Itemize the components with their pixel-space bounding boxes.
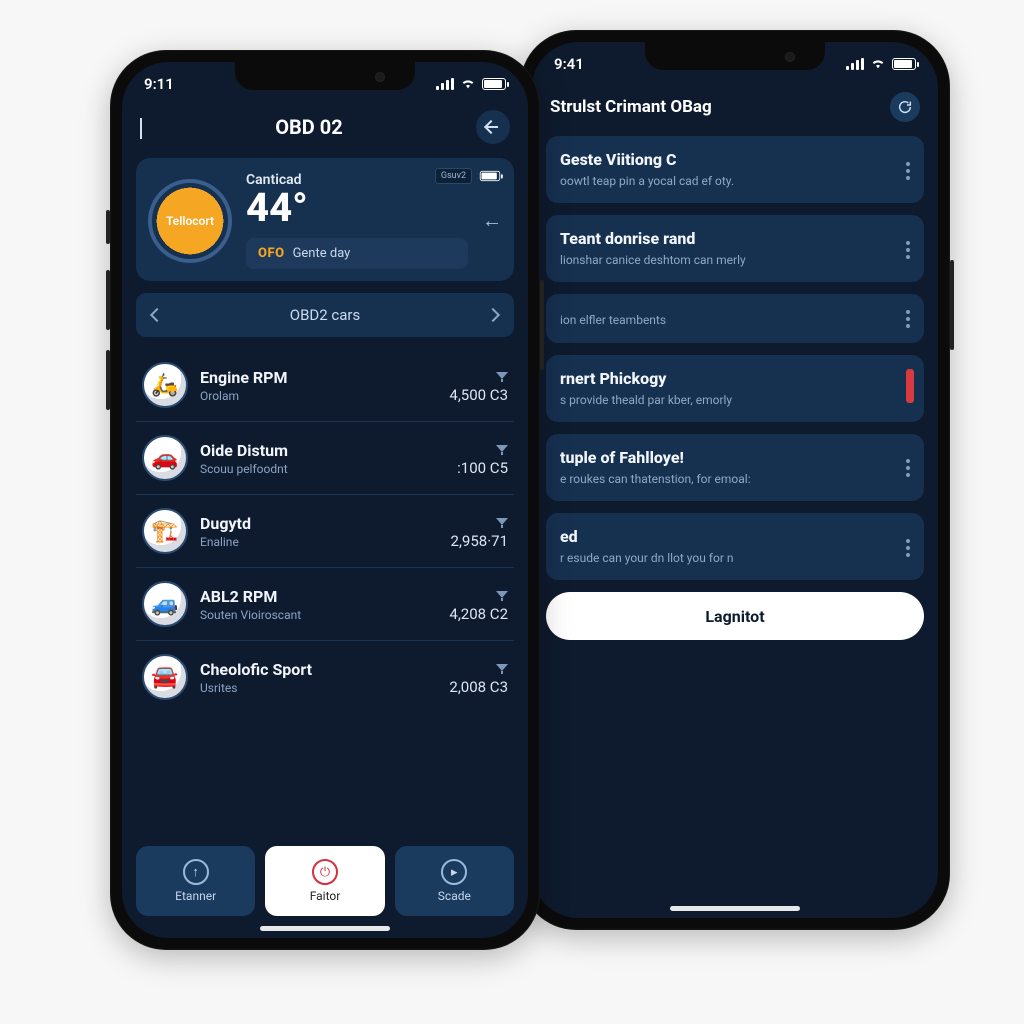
device-notch: [235, 62, 415, 90]
metric-value: 2,958·71: [451, 532, 508, 550]
filter-icon: [496, 372, 508, 382]
tab-scan[interactable]: ▸ Scade: [395, 846, 514, 916]
card-title: ed: [560, 527, 896, 546]
info-card[interactable]: ion elfler teambents: [546, 294, 924, 342]
tab-label: Faitor: [310, 889, 341, 903]
filter-icon: [496, 518, 508, 528]
metric-value: 4,500 C3: [449, 386, 508, 404]
chevron-left-icon: [150, 308, 164, 322]
play-icon: ▸: [441, 859, 467, 885]
metric-subtitle: Souten Vioiroscant: [200, 608, 437, 622]
home-indicator[interactable]: [260, 926, 390, 931]
gauge-icon: Tellocort: [148, 179, 232, 263]
card-subtitle: r esude can your dn llot you for n: [560, 550, 896, 566]
upload-icon: ↑: [183, 859, 209, 885]
metric-value: 4,208 C2: [449, 605, 508, 623]
vehicle-avatar-icon: 🚙: [142, 581, 188, 627]
page-title: OBD 02: [275, 115, 342, 139]
list-item[interactable]: 🚙 ABL2 RPM Souten Vioiroscant 4,208 C2: [136, 567, 514, 640]
list-item[interactable]: 🚘 Cheolofic Sport Usrites 2,008 C3: [136, 640, 514, 713]
tab-editor[interactable]: ⏻ Faitor: [265, 846, 384, 916]
metric-subtitle: Usrites: [200, 681, 437, 695]
card-subtitle: e roukes can thatenstion, for emoal:: [560, 471, 896, 487]
list-item[interactable]: 🏗️ Dugytd Enaline 2,958·71: [136, 494, 514, 567]
filter-icon: [496, 445, 508, 455]
more-icon[interactable]: [906, 527, 910, 566]
battery-icon: [482, 78, 506, 90]
filter-icon: [496, 664, 508, 674]
nav-action-button[interactable]: [476, 110, 510, 144]
home-indicator[interactable]: [670, 906, 800, 911]
pill-text: Gente day: [293, 246, 351, 261]
metric-subtitle: Enaline: [200, 535, 439, 549]
refresh-icon[interactable]: [890, 92, 920, 122]
wifi-icon: [870, 55, 886, 73]
card-subtitle: s provide theald par kber, emorly: [560, 392, 896, 408]
wifi-icon: [460, 75, 476, 93]
metric-subtitle: Orolam: [200, 389, 437, 403]
card-title: Geste Viitiong C: [560, 150, 896, 169]
hero-subpill[interactable]: OFO Gente day: [246, 238, 468, 269]
category-selector[interactable]: OBD2 cars: [136, 293, 514, 337]
arrow-left-icon: [486, 120, 500, 134]
info-card[interactable]: Teant donrise rand lionshar canice deshto…: [546, 215, 924, 282]
power-icon: ⏻: [312, 859, 338, 885]
status-time: 9:11: [144, 75, 174, 93]
more-icon[interactable]: [906, 308, 910, 328]
phone-device-front: 9:11 OBD 02 Gsuv2: [110, 50, 540, 950]
vehicle-avatar-icon: 🚘: [142, 654, 188, 700]
metric-value: 2,008 C3: [449, 678, 508, 696]
back-button[interactable]: [140, 118, 142, 137]
card-subtitle: lionshar canice deshtom can merly: [560, 252, 896, 268]
metric-title: Engine RPM: [200, 368, 437, 387]
info-card[interactable]: tuple of Fahlloye! e roukes can thatensti…: [546, 434, 924, 501]
metric-subtitle: Scouu pelfoodnt: [200, 462, 445, 476]
card-subtitle: oowtl teap pin a yocal cad ef oty.: [560, 173, 896, 189]
tab-label: Scade: [438, 889, 471, 903]
info-card[interactable]: ed r esude can your dn llot you for n: [546, 513, 924, 580]
list-item[interactable]: 🛵 Engine RPM Orolam 4,500 C3: [136, 349, 514, 421]
card-subtitle: ion elfler teambents: [560, 312, 896, 328]
primary-cta-button[interactable]: Lagnitot: [546, 592, 924, 640]
metric-value: :100 C5: [457, 459, 508, 477]
alert-flag-icon: [906, 369, 914, 403]
phone-device-back: 9:41 Strulst Crimant OBag Geste Viitiong…: [520, 30, 950, 930]
cellular-icon: [846, 58, 864, 70]
page-title: Strulst Crimant OBag: [550, 97, 712, 117]
more-icon[interactable]: [906, 448, 910, 487]
vehicle-avatar-icon: 🛵: [142, 362, 188, 408]
pill-tag: OFO: [258, 246, 285, 261]
info-card[interactable]: Geste Viitiong C oowtl teap pin a yocal c…: [546, 136, 924, 203]
battery-icon: [480, 171, 500, 181]
battery-icon: [892, 58, 916, 70]
metric-list: 🛵 Engine RPM Orolam 4,500 C3 🚗 Oide Distum Sco…: [136, 349, 514, 713]
metric-title: Cheolofic Sport: [200, 660, 437, 679]
chevron-right-icon: [486, 308, 500, 322]
metric-title: ABL2 RPM: [200, 587, 437, 606]
selector-label: OBD2 cars: [290, 306, 361, 324]
status-time: 9:41: [554, 55, 584, 73]
card-title: rnert Phickogy: [560, 369, 896, 388]
filter-icon: [496, 591, 508, 601]
arrow-left-icon: ←: [482, 208, 502, 233]
metric-title: Oide Distum: [200, 441, 445, 460]
cellular-icon: [436, 78, 454, 90]
tab-scanner[interactable]: ↑ Etanner: [136, 846, 255, 916]
more-icon[interactable]: [906, 229, 910, 268]
card-title: tuple of Fahlloye!: [560, 448, 896, 467]
tab-bar: ↑ Etanner ⏻ Faitor ▸ Scade: [136, 846, 514, 916]
hero-value: 44°: [246, 188, 468, 228]
hero-badge: Gsuv2: [435, 168, 472, 184]
list-item[interactable]: 🚗 Oide Distum Scouu pelfoodnt :100 C5: [136, 421, 514, 494]
vehicle-avatar-icon: 🏗️: [142, 508, 188, 554]
more-icon[interactable]: [906, 150, 910, 189]
tab-label: Etanner: [175, 889, 216, 903]
summary-card[interactable]: Gsuv2 Tellocort Canticad 44° OFO Gente d…: [136, 158, 514, 281]
metric-title: Dugytd: [200, 514, 439, 533]
gauge-label: Tellocort: [166, 214, 214, 228]
info-card[interactable]: rnert Phickogy s provide theald par kber,…: [546, 355, 924, 422]
vehicle-avatar-icon: 🚗: [142, 435, 188, 481]
card-title: Teant donrise rand: [560, 229, 896, 248]
device-notch: [645, 42, 825, 70]
